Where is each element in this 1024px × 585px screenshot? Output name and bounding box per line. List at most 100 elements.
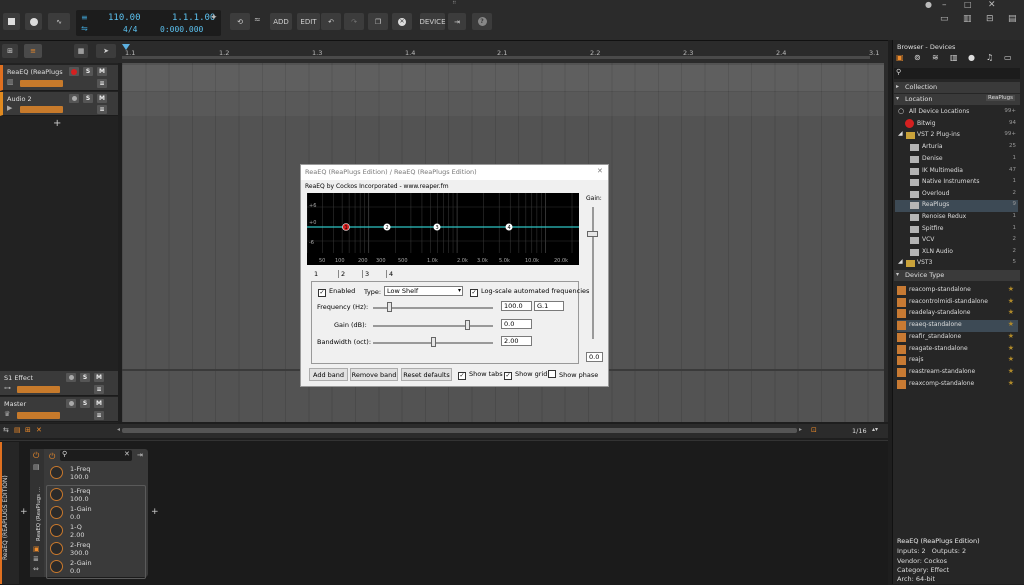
gain-value-field[interactable]: 0.0 — [586, 352, 603, 362]
reset-defaults-button[interactable]: Reset defaults — [401, 368, 452, 381]
folder-item[interactable]: Spitfire 1 — [895, 224, 1018, 236]
mute-button[interactable]: M — [97, 67, 107, 76]
window-close-icon[interactable]: ✕ — [597, 167, 603, 175]
solo-button[interactable]: S — [80, 399, 90, 408]
loop-region[interactable] — [122, 56, 870, 59]
device-power-toggle[interactable]: ⏻ — [49, 452, 55, 462]
track-menu-button[interactable]: ≡ — [94, 385, 104, 394]
devices-tab-icon[interactable]: ▣ — [896, 53, 904, 62]
list-view-button[interactable]: ≡ — [24, 44, 42, 58]
lane-track-2[interactable] — [122, 92, 884, 116]
zoom-stepper-icon[interactable]: ▴▾ — [872, 426, 878, 433]
layout-icon-4[interactable]: ▤ — [1008, 14, 1017, 24]
clear-search-icon[interactable]: ✕ — [124, 450, 130, 458]
folder-item[interactable]: VCV 2 — [895, 235, 1018, 247]
device-button[interactable]: DEVICE — [420, 13, 446, 30]
folder-item[interactable]: Overloud 2 — [895, 189, 1018, 201]
bandwidth-field[interactable]: 2.00 — [501, 336, 532, 346]
param-knob-row[interactable]: 1-Q 2.00 — [48, 523, 146, 540]
favorite-star-icon[interactable]: ★ — [1008, 320, 1014, 328]
device-result[interactable]: reastream-standalone ★ — [897, 367, 1018, 379]
param-knob[interactable] — [50, 524, 63, 537]
gain-db-field[interactable]: 0.0 — [501, 319, 532, 329]
solo-button[interactable]: S — [83, 94, 93, 103]
record-button[interactable] — [25, 13, 42, 30]
type-select[interactable]: Low Shelf ▾ — [384, 286, 463, 296]
param-value[interactable]: 300.0 — [70, 549, 89, 557]
music-tab-icon[interactable]: ♫ — [986, 53, 993, 62]
favorite-star-icon[interactable]: ★ — [1008, 308, 1014, 316]
param-knob-row[interactable]: 1-Freq 100.0 — [48, 487, 146, 504]
minimize-icon[interactable]: – — [942, 0, 947, 10]
add-track-button[interactable]: + — [53, 118, 61, 129]
favorite-star-icon[interactable]: ★ — [1008, 344, 1014, 352]
monitor-button[interactable] — [66, 399, 76, 408]
folder-item[interactable]: Native Instruments 1 — [895, 177, 1018, 189]
frequency-field[interactable]: 100.0 — [501, 301, 532, 311]
device-list-icon[interactable]: ▤ — [33, 463, 40, 471]
snap-button[interactable]: ▦ — [74, 44, 88, 58]
punch-icon[interactable]: ✦ — [210, 13, 218, 23]
layout-icon-2[interactable]: ▥ — [963, 14, 972, 24]
power-icon[interactable]: ⏻ — [33, 451, 39, 461]
files-tab-icon[interactable]: ● — [968, 53, 975, 62]
location-filter[interactable]: ReaPlugs — [986, 95, 1016, 101]
window-titlebar[interactable]: ReaEQ (ReaPlugs Edition) / ReaEQ (ReaPlu… — [301, 165, 608, 180]
footer-tool-icon-4[interactable]: ✕ — [36, 426, 42, 434]
add-device-left-button[interactable]: + — [20, 507, 28, 517]
param-knob[interactable] — [50, 466, 63, 479]
favorite-star-icon[interactable]: ★ — [1008, 367, 1014, 375]
device-modulator-icon[interactable]: ≣ — [33, 555, 39, 563]
modulators-tab-icon[interactable]: ≋ — [932, 53, 939, 62]
show-grid-checkbox[interactable]: ✓ Show grid — [504, 370, 547, 380]
device-result[interactable]: readelay-standalone ★ — [897, 308, 1018, 320]
device-next-icon[interactable]: ⇥ — [137, 451, 143, 459]
location-vst3[interactable]: ◢ VST3 5 — [895, 258, 1018, 270]
track-name[interactable]: Audio 2 — [7, 95, 65, 103]
eq-graph[interactable]: +6 +0 -6 50 100 200 300 500 1.0k 2.0k 3.… — [307, 193, 579, 265]
folder-item[interactable]: Renoise Redux 1 — [895, 212, 1018, 224]
gain-slider-track[interactable] — [592, 207, 594, 339]
favorite-star-icon[interactable]: ★ — [1008, 355, 1014, 363]
position-bars[interactable]: 1.1.1.00 — [172, 13, 215, 23]
location-vst2[interactable]: ◢ VST 2 Plug-ins 99+ — [895, 130, 1018, 142]
band-tab-1[interactable]: 1 — [314, 270, 318, 278]
favorite-star-icon[interactable]: ★ — [1008, 297, 1014, 305]
device-result[interactable]: reaxcomp-standalone ★ — [897, 379, 1018, 391]
folder-item-selected[interactable]: ReaPlugs 9 — [895, 200, 1018, 212]
maximize-icon[interactable]: □ — [964, 0, 972, 9]
show-tabs-checkbox[interactable]: ✓ Show tabs — [458, 370, 503, 380]
device-result[interactable]: reacomp-standalone ★ — [897, 285, 1018, 297]
gain-db-slider-thumb[interactable] — [465, 320, 470, 330]
import-button[interactable]: ⇥ — [448, 13, 466, 30]
pointer-tool-button[interactable]: ➤ — [96, 44, 116, 58]
layout-icon-3[interactable]: ⊟ — [986, 14, 994, 24]
band-tab-4[interactable]: 4 — [386, 270, 393, 278]
param-value[interactable]: 2.00 — [70, 531, 84, 539]
mute-button[interactable]: M — [97, 94, 107, 103]
tempo-value[interactable]: 110.00 — [108, 13, 141, 23]
favorite-star-icon[interactable]: ★ — [1008, 332, 1014, 340]
presets-tab-icon[interactable]: ⊚ — [914, 53, 921, 62]
solo-button[interactable]: S — [80, 373, 90, 382]
track-row[interactable]: S1 Effect S M ⊶ ≡ — [0, 371, 118, 396]
track-name[interactable]: Master — [4, 400, 62, 408]
bandwidth-slider-thumb[interactable] — [431, 337, 436, 347]
gain-db-slider-track[interactable] — [373, 325, 493, 327]
device-window-icon[interactable]: ▣ — [33, 545, 40, 553]
track-menu-button[interactable]: ≡ — [94, 411, 104, 420]
device-result-selected[interactable]: reaeq-standalone ★ — [897, 320, 1018, 332]
zoom-level[interactable]: 1/16 — [852, 427, 867, 435]
stop-button[interactable] — [3, 13, 20, 30]
grid-view-button[interactable]: ⊞ — [2, 44, 18, 58]
folder-item[interactable]: Denise 1 — [895, 154, 1018, 166]
device-result[interactable]: reacontrolmidi-standalone ★ — [897, 297, 1018, 309]
param-knob[interactable] — [50, 488, 63, 501]
samples-tab-icon[interactable]: ▥ — [950, 53, 958, 62]
param-value[interactable]: 0.0 — [70, 567, 80, 575]
loop-small-icon[interactable]: ⇋ — [81, 24, 88, 33]
param-knob[interactable] — [50, 560, 63, 573]
track-name[interactable]: S1 Effect — [4, 374, 62, 382]
location-section[interactable]: ▾ Location ReaPlugs — [894, 94, 1020, 105]
param-search[interactable]: ⚲ ✕ — [60, 450, 132, 461]
